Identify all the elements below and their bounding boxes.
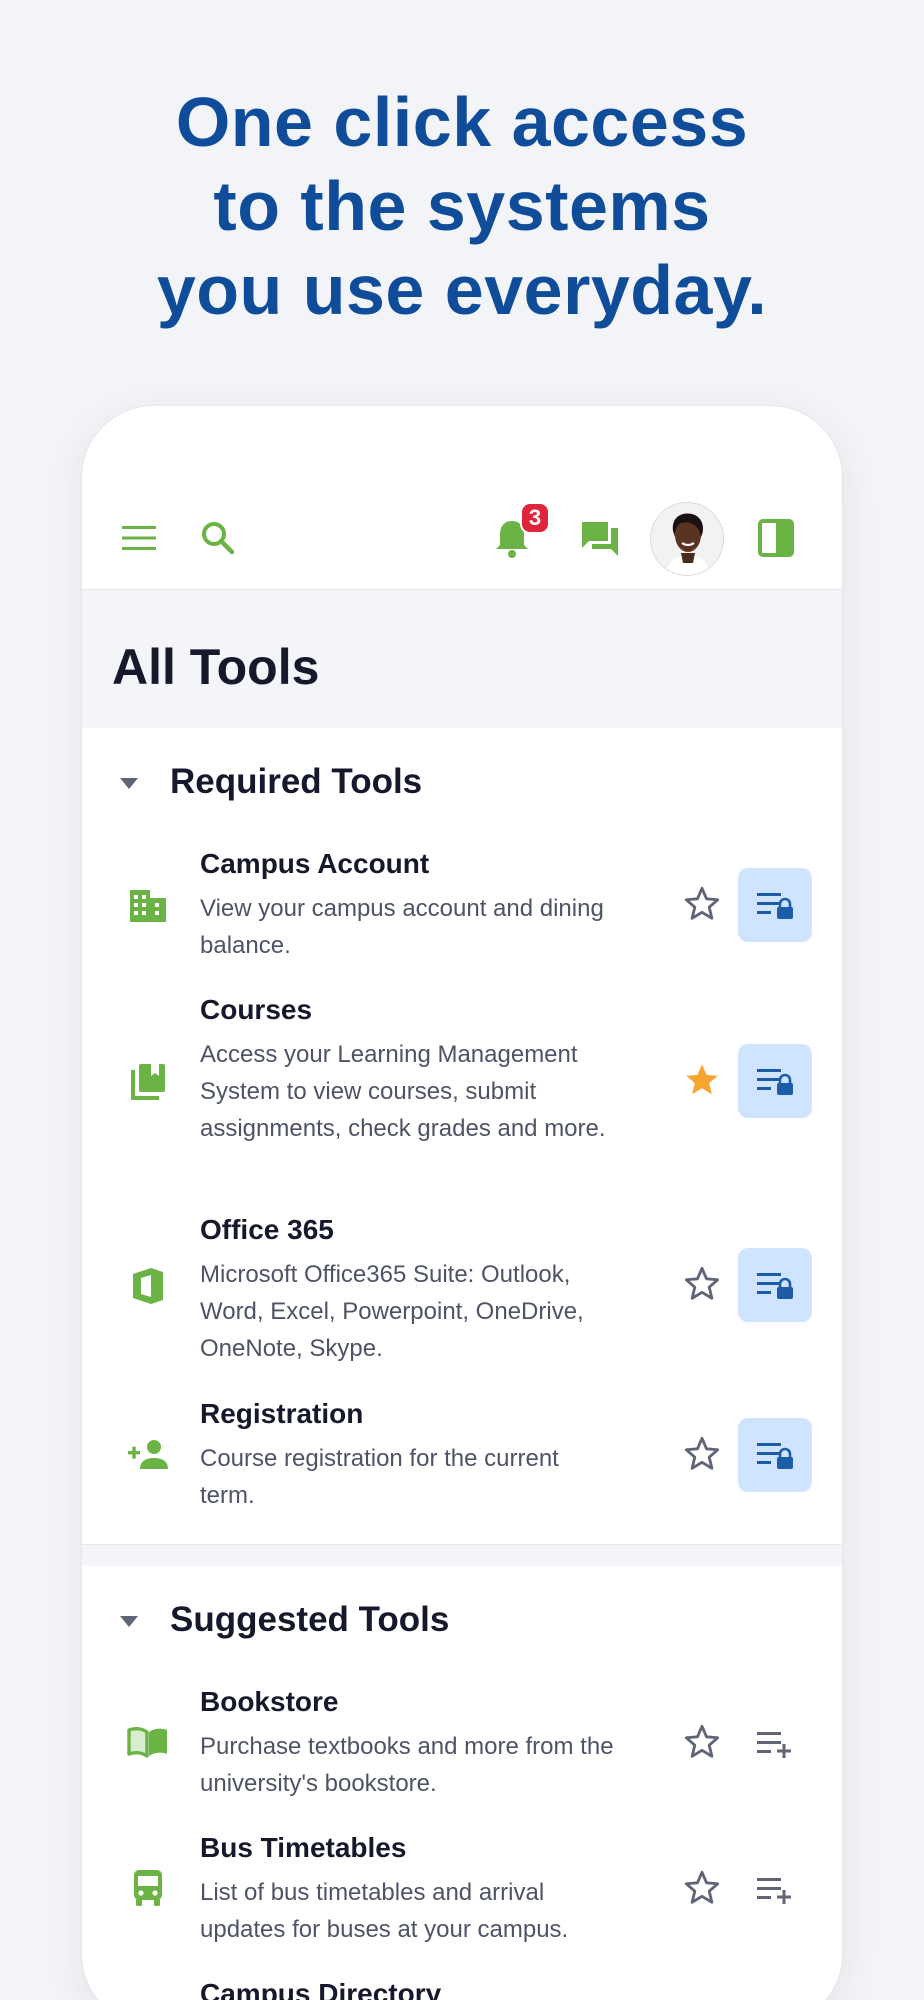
book-icon — [126, 1720, 170, 1764]
search-icon[interactable] — [194, 514, 242, 562]
star-outline-icon[interactable] — [680, 1866, 724, 1910]
locked-list-button[interactable] — [738, 1248, 812, 1322]
tool-name: Registration — [200, 1398, 364, 1429]
add-to-list-button[interactable] — [738, 1852, 812, 1926]
locked-list-button[interactable] — [738, 1044, 812, 1118]
tool-description: Course registration for the current term… — [200, 1445, 559, 1509]
star-outline-icon[interactable] — [680, 882, 724, 926]
section-title: Required Tools — [170, 762, 423, 801]
phone-frame: 3 All Tools Required Tools Campus Accoun… — [82, 406, 842, 2000]
chat-icon[interactable] — [576, 514, 624, 562]
tool-name: Courses — [200, 994, 313, 1025]
tool-name: Office 365 — [200, 1214, 334, 1245]
add-to-list-icon — [757, 1878, 791, 1904]
star-outline-icon[interactable] — [680, 1720, 724, 1764]
add-person-icon — [126, 1432, 170, 1476]
tool-name: Campus Directory — [200, 1978, 442, 2000]
headline-line-3: you use everyday. — [156, 251, 768, 329]
bus-icon — [126, 1866, 170, 1910]
locked-list-button[interactable] — [738, 868, 812, 942]
menu-icon[interactable] — [116, 514, 164, 562]
caret-down-icon — [120, 1616, 138, 1627]
tool-description: Microsoft Office365 Suite: Outlook, Word… — [200, 1261, 584, 1362]
bell-icon[interactable]: 3 — [488, 502, 550, 562]
tool-name: Bookstore — [200, 1686, 339, 1717]
office-icon — [126, 1264, 170, 1308]
tool-description: Purchase textbooks and more from the uni… — [200, 1733, 614, 1797]
tool-description: List of bus timetables and arrival updat… — [200, 1879, 569, 1943]
tool-name: Bus Timetables — [200, 1832, 407, 1863]
panel-toggle-icon[interactable] — [752, 514, 800, 562]
locked-list-icon — [757, 1443, 793, 1469]
add-to-list-button[interactable] — [738, 1706, 812, 1780]
top-app-bar: 3 — [82, 406, 842, 590]
headline: One click access to the systems you use … — [0, 80, 924, 332]
suggested-tools-card: Suggested Tools Bookstore Purchase textb… — [82, 1566, 842, 2000]
star-outline-icon[interactable] — [680, 1432, 724, 1476]
section-header-required[interactable]: Required Tools — [82, 756, 842, 816]
avatar[interactable] — [650, 502, 724, 576]
star-outline-icon[interactable] — [680, 1262, 724, 1306]
building-icon — [126, 884, 170, 928]
page-title: All Tools — [112, 639, 320, 695]
caret-down-icon — [120, 778, 138, 789]
locked-list-icon — [757, 1069, 793, 1095]
locked-list-button[interactable] — [738, 1418, 812, 1492]
notification-badge: 3 — [520, 502, 550, 534]
star-filled-icon[interactable] — [680, 1058, 724, 1102]
add-to-list-icon — [757, 1732, 791, 1758]
section-header-suggested[interactable]: Suggested Tools — [82, 1594, 842, 1654]
tool-description: Access your Learning Management System t… — [200, 1041, 606, 1142]
locked-list-icon — [757, 893, 793, 919]
headline-line-2: to the systems — [213, 167, 711, 245]
section-title: Suggested Tools — [170, 1600, 450, 1639]
locked-list-icon — [757, 1273, 793, 1299]
headline-line-1: One click access — [175, 83, 749, 161]
tool-name: Campus Account — [200, 848, 430, 879]
tool-description: View your campus account and dining bala… — [200, 895, 604, 959]
library-icon — [126, 1060, 170, 1104]
required-tools-card: Required Tools Campus Account View your … — [82, 728, 842, 1544]
